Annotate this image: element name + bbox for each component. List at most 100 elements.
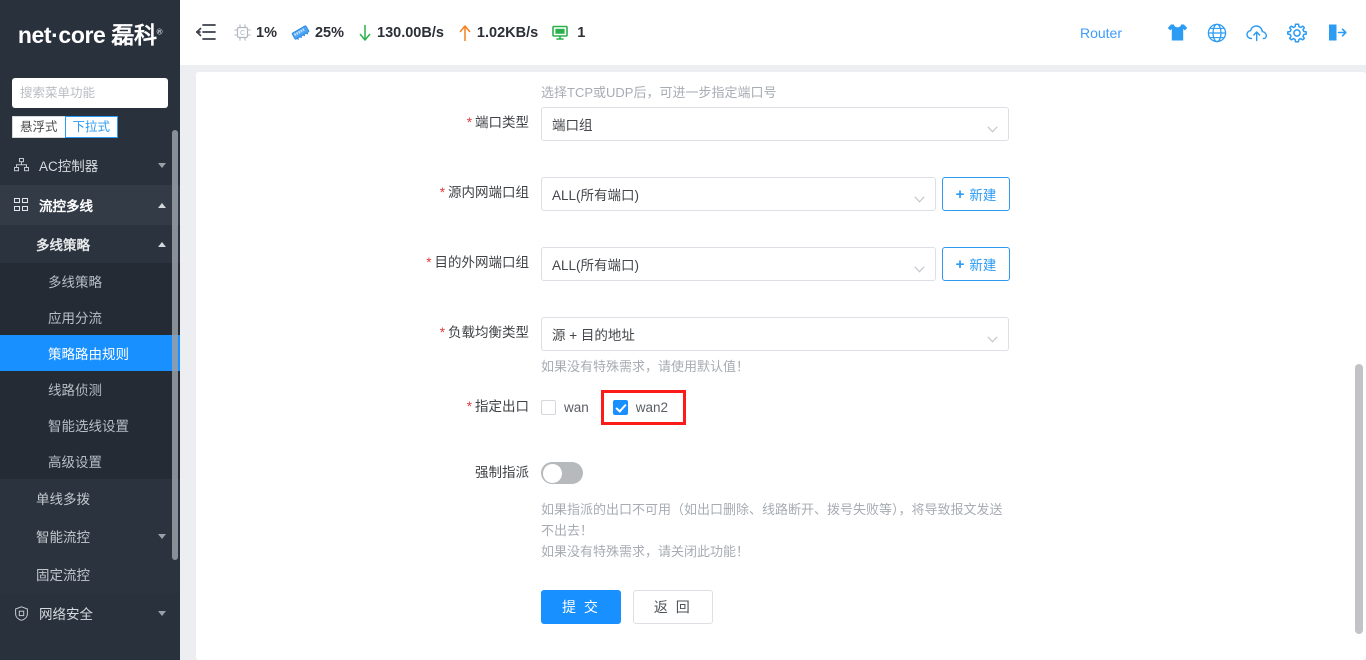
- grid-icon: [14, 198, 30, 212]
- toggle-knob: [542, 463, 562, 483]
- system-stats: C 1% 25% 130.00B/s 1.02KB/s 1: [234, 24, 599, 42]
- sidebar-item-ac-controller[interactable]: AC控制器: [0, 145, 180, 185]
- selected-value: ALL(所有端口): [552, 188, 640, 203]
- sidebar-item-app-diversion[interactable]: 应用分流: [0, 299, 180, 335]
- lb-type-select[interactable]: 源 + 目的地址: [541, 317, 1009, 351]
- form-row-actions: 提 交 返 回: [196, 590, 1366, 624]
- chevron-down-icon: [987, 121, 998, 133]
- content-scrollbar[interactable]: [1355, 364, 1363, 634]
- form-row-port-type: * 端口类型 端口组: [196, 107, 1366, 141]
- mode-tab-floating[interactable]: 悬浮式: [12, 116, 66, 138]
- egress-checkbox-wan[interactable]: wan: [541, 399, 589, 415]
- stat-cpu: C 1%: [234, 24, 277, 41]
- sidebar-item-policy-route-rules[interactable]: 策略路由规则: [0, 335, 180, 371]
- cpu-icon: C: [234, 24, 251, 41]
- logout-icon[interactable]: [1326, 22, 1348, 44]
- required-marker: *: [466, 115, 472, 130]
- router-link[interactable]: Router: [1080, 25, 1122, 41]
- src-lan-portgroup-select[interactable]: ALL(所有端口): [541, 177, 936, 211]
- sidebar-item-label: 流控多线: [39, 199, 93, 214]
- top-hint-text: 选择TCP或UDP后，可进一步指定端口号: [541, 85, 777, 100]
- download-arrow-icon: [358, 24, 372, 42]
- sidebar: net·core 磊科® 悬浮式 下拉式 AC控制器: [0, 0, 180, 660]
- egress-checkbox-wan2[interactable]: wan2: [612, 399, 668, 415]
- shield-icon: [14, 605, 30, 621]
- top-bar: C 1% 25% 130.00B/s 1.02KB/s 1 Router: [180, 0, 1366, 66]
- form-control: wan wan2: [541, 389, 1366, 425]
- app-root: net·core 磊科® 悬浮式 下拉式 AC控制器: [0, 0, 1366, 660]
- chevron-up-icon: [158, 241, 166, 247]
- tshirt-icon[interactable]: [1166, 22, 1188, 44]
- back-button[interactable]: 返 回: [632, 590, 713, 624]
- port-type-select[interactable]: 端口组: [541, 107, 1009, 141]
- selected-value: 源 + 目的地址: [552, 328, 635, 343]
- monitor-icon: [552, 24, 572, 41]
- chevron-down-icon: [158, 533, 166, 539]
- menu-search-box[interactable]: [12, 78, 180, 108]
- form-control: 端口组: [541, 107, 1366, 141]
- stat-value: 1%: [256, 24, 277, 41]
- form-row-force-assign: 强制指派 如果指派的出口不可用（如出口删除、线路断开、拨号失败等），将导致报文发…: [196, 457, 1366, 562]
- form-control: 如果指派的出口不可用（如出口删除、线路断开、拨号失败等），将导致报文发送不出去！…: [541, 457, 1366, 562]
- dst-wan-portgroup-label: * 目的外网端口组: [196, 247, 541, 279]
- sidebar-item-traffic-multiline[interactable]: 流控多线: [0, 185, 180, 225]
- required-marker: *: [426, 255, 432, 270]
- src-lan-portgroup-new-button[interactable]: + 新建: [942, 177, 1010, 211]
- label-text: 负载均衡类型: [448, 325, 529, 340]
- sidebar-group-multiline-policy[interactable]: 多线策略: [0, 225, 180, 263]
- policy-route-rule-form: 选择TCP或UDP后，可进一步指定端口号 * 端口类型 端口组 * 源内网端口组…: [196, 72, 1366, 624]
- sidebar-menu: AC控制器 流控多线 多线策略 多线策略 应用分流 策略路由规则 线路侦测 智能…: [0, 145, 180, 633]
- chevron-down-icon: [987, 331, 998, 343]
- mode-tab-dropdown[interactable]: 下拉式: [64, 116, 119, 138]
- stat-value: 25%: [314, 24, 344, 41]
- selected-value: ALL(所有端口): [552, 258, 640, 273]
- svg-text:C: C: [240, 30, 245, 37]
- sidebar-item-fixed-traffic-control[interactable]: 固定流控: [0, 555, 180, 593]
- sidebar-item-multiline-policy[interactable]: 多线策略: [0, 263, 180, 299]
- src-lan-portgroup-label: * 源内网端口组: [196, 177, 541, 209]
- dst-wan-portgroup-select[interactable]: ALL(所有端口): [541, 247, 936, 281]
- submit-button[interactable]: 提 交: [541, 590, 621, 624]
- sidebar-tail-items: 单线多拨 智能流控 固定流控: [0, 479, 180, 593]
- sidebar-item-line-detection[interactable]: 线路侦测: [0, 371, 180, 407]
- chevron-down-icon: [914, 261, 925, 273]
- chevron-down-icon: [158, 162, 166, 168]
- dst-wan-portgroup-new-button[interactable]: + 新建: [942, 247, 1010, 281]
- checkbox-box: [541, 399, 556, 415]
- selected-value: 端口组: [552, 118, 593, 133]
- force-assign-toggle[interactable]: [541, 462, 583, 484]
- chevron-up-icon: [158, 202, 166, 208]
- sidebar-item-single-line-multi-dial[interactable]: 单线多拨: [0, 479, 180, 517]
- label-text: 端口类型: [475, 115, 529, 130]
- sidebar-item-network-security[interactable]: 网络安全: [0, 593, 180, 633]
- collapse-menu-icon[interactable]: [195, 23, 216, 43]
- cloud-upload-icon[interactable]: [1246, 22, 1268, 44]
- egress-label: * 指定出口: [196, 391, 541, 423]
- label-text: 强制指派: [475, 465, 529, 480]
- button-label: 新建: [969, 188, 997, 203]
- form-control: 提 交 返 回: [541, 590, 1366, 624]
- sitemap-icon: [14, 158, 30, 172]
- gear-icon[interactable]: [1286, 22, 1308, 44]
- stat-value: 1.02KB/s: [476, 24, 539, 41]
- stat-value: 130.00B/s: [377, 24, 444, 41]
- chevron-down-icon: [914, 191, 925, 203]
- sidebar-submenu-policy-items: 多线策略 应用分流 策略路由规则 线路侦测 智能选线设置 高级设置: [0, 263, 180, 479]
- checkbox-label: wan: [564, 399, 589, 415]
- label-text: 指定出口: [475, 399, 529, 414]
- sidebar-scrollbar[interactable]: [172, 130, 178, 560]
- label-text: 目的外网端口组: [434, 255, 530, 270]
- brand-name: net·core 磊科: [17, 22, 157, 48]
- topbar-actions: Router: [1080, 22, 1348, 44]
- brand-logo[interactable]: net·core 磊科®: [0, 0, 180, 66]
- brand-logo-text: net·core 磊科®: [17, 16, 163, 50]
- required-marker: *: [439, 325, 445, 340]
- sidebar-item-advanced-settings[interactable]: 高级设置: [0, 443, 180, 479]
- sidebar-item-smart-line-settings[interactable]: 智能选线设置: [0, 407, 180, 443]
- sidebar-submenu-multiline: 多线策略 多线策略 应用分流 策略路由规则 线路侦测 智能选线设置 高级设置 单…: [0, 225, 180, 593]
- globe-icon[interactable]: [1206, 22, 1228, 44]
- checkbox-box: [612, 399, 628, 415]
- search-input[interactable]: [20, 86, 180, 100]
- sidebar-item-smart-traffic-control[interactable]: 智能流控: [0, 517, 180, 555]
- form-control: 源 + 目的地址 如果没有特殊需求，请使用默认值！: [541, 317, 1366, 377]
